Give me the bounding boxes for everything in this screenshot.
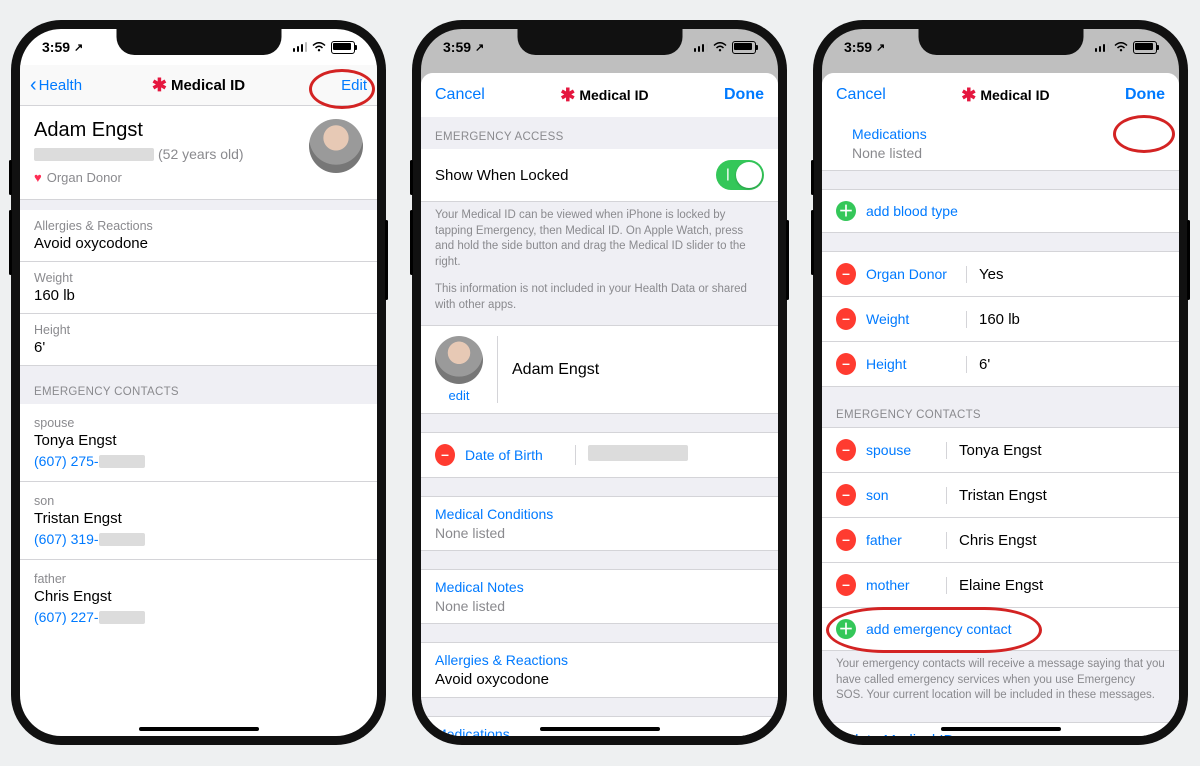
nav-title: ✱Medical ID <box>560 85 648 106</box>
contact-spouse[interactable]: spouse Tonya Engst (607) 275- <box>20 404 377 482</box>
profile-card: Adam Engst (52 years old) ♥ Organ Donor <box>20 105 377 200</box>
phone-redacted <box>99 611 145 624</box>
location-arrow-icon: ↗ <box>475 41 484 54</box>
nav-title: ✱Medical ID <box>961 85 1049 106</box>
wifi-icon <box>312 39 326 55</box>
add-icon[interactable]: ＋ <box>836 619 856 639</box>
battery-icon <box>331 41 355 54</box>
battery-icon <box>732 41 756 54</box>
contacts-footer-note: Your emergency contacts will receive a m… <box>822 651 1179 716</box>
medications-row[interactable]: Medications None listed <box>822 117 1179 171</box>
weight-row[interactable]: – Weight 160 lb <box>822 297 1179 342</box>
contact-phone[interactable]: (607) 227- <box>34 609 99 625</box>
medical-notes-row[interactable]: Medical Notes None listed <box>421 569 778 624</box>
asterisk-icon: ✱ <box>152 76 167 94</box>
access-note-1: Your Medical ID can be viewed when iPhon… <box>421 202 778 282</box>
allergies-row[interactable]: Allergies & Reactions Avoid oxycodone <box>421 642 778 698</box>
add-blood-type-row[interactable]: ＋ add blood type <box>822 189 1179 233</box>
profile-name-field[interactable]: Adam Engst <box>497 336 764 403</box>
done-button[interactable]: Done <box>1125 86 1165 104</box>
emergency-access-header: EMERGENCY ACCESS <box>421 117 778 149</box>
remove-icon[interactable]: – <box>836 308 856 330</box>
nav-title: ✱Medical ID <box>152 76 245 94</box>
remove-icon[interactable]: – <box>836 484 856 506</box>
phone-redacted <box>99 455 145 468</box>
organ-donor-row[interactable]: – Organ Donor Yes <box>822 251 1179 297</box>
dob-redacted <box>588 445 688 461</box>
show-when-locked-row: Show When Locked <box>421 149 778 202</box>
emergency-contacts-header: EMERGENCY CONTACTS <box>20 366 377 404</box>
status-time: 3:59 <box>443 39 471 55</box>
wifi-icon <box>713 39 727 55</box>
contact-son[interactable]: son Tristan Engst (607) 319- <box>20 482 377 560</box>
contact-father-row[interactable]: – father Chris Engst <box>822 518 1179 563</box>
add-icon[interactable]: ＋ <box>836 201 856 221</box>
edit-button[interactable]: Edit <box>297 77 367 94</box>
height-row[interactable]: – Height 6' <box>822 342 1179 387</box>
contact-father[interactable]: father Chris Engst (607) 227- <box>20 560 377 637</box>
remove-icon[interactable]: – <box>836 529 856 551</box>
done-button[interactable]: Done <box>724 86 764 104</box>
phone-redacted <box>99 533 145 546</box>
remove-icon[interactable]: – <box>435 444 455 466</box>
nav-bar: ‹Health ✱Medical ID Edit <box>20 65 377 106</box>
cell-signal-icon <box>1095 42 1110 52</box>
show-when-locked-label: Show When Locked <box>435 167 568 184</box>
dob-row[interactable]: – Date of Birth <box>421 432 778 478</box>
back-button[interactable]: ‹Health <box>30 75 100 95</box>
medical-conditions-row[interactable]: Medical Conditions None listed <box>421 496 778 551</box>
access-note-2: This information is not included in your… <box>421 282 778 325</box>
battery-icon <box>1133 41 1157 54</box>
profile-name: Adam Engst <box>34 119 309 142</box>
cancel-button[interactable]: Cancel <box>836 86 886 104</box>
location-arrow-icon: ↗ <box>876 41 885 54</box>
add-emergency-contact-row[interactable]: ＋ add emergency contact <box>822 608 1179 651</box>
asterisk-icon: ✱ <box>961 85 976 106</box>
contact-phone[interactable]: (607) 319- <box>34 531 99 547</box>
remove-icon[interactable]: – <box>836 574 856 596</box>
location-arrow-icon: ↗ <box>74 41 83 54</box>
wifi-icon <box>1114 39 1128 55</box>
contact-son-row[interactable]: – son Tristan Engst <box>822 473 1179 518</box>
profile-age: (52 years old) <box>158 146 244 162</box>
contact-mother-row[interactable]: – mother Elaine Engst <box>822 563 1179 608</box>
status-time: 3:59 <box>42 39 70 55</box>
chevron-left-icon: ‹ <box>30 75 37 95</box>
cancel-button[interactable]: Cancel <box>435 86 485 104</box>
avatar <box>435 336 483 384</box>
show-when-locked-toggle[interactable] <box>716 160 764 190</box>
height-row: Height 6' <box>20 314 377 366</box>
weight-row: Weight 160 lb <box>20 262 377 314</box>
contact-spouse-row[interactable]: – spouse Tonya Engst <box>822 427 1179 473</box>
allergies-row: Allergies & Reactions Avoid oxycodone <box>20 210 377 262</box>
dob-redacted <box>34 148 154 161</box>
avatar <box>309 119 363 173</box>
cell-signal-icon <box>293 42 308 52</box>
cell-signal-icon <box>694 42 709 52</box>
asterisk-icon: ✱ <box>560 85 575 106</box>
emergency-contacts-header: EMERGENCY CONTACTS <box>822 387 1179 427</box>
edit-photo-button[interactable]: edit <box>449 388 470 403</box>
organ-donor-label: Organ Donor <box>47 170 122 185</box>
remove-icon[interactable]: – <box>836 263 856 285</box>
remove-icon[interactable]: – <box>836 353 856 375</box>
status-time: 3:59 <box>844 39 872 55</box>
heart-icon: ♥ <box>34 170 42 185</box>
contact-phone[interactable]: (607) 275- <box>34 453 99 469</box>
remove-icon[interactable]: – <box>836 439 856 461</box>
